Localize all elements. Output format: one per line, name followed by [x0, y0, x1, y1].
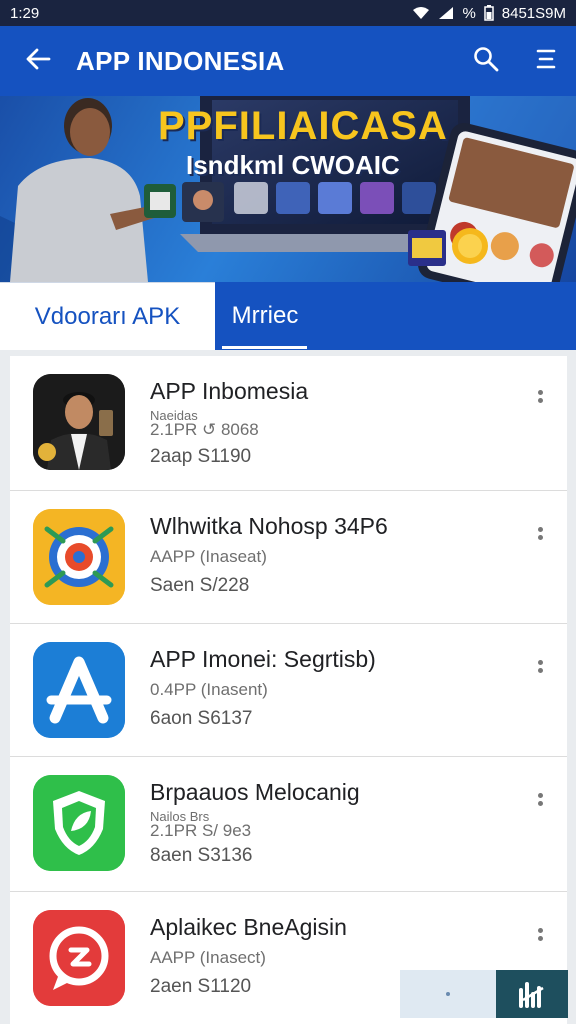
menu-icon — [536, 48, 556, 75]
banner-headline: PPFILIAICASA — [158, 104, 448, 148]
app-name: Wlhwitka Nohosp 34P6 — [150, 513, 388, 539]
app-version: AAPP (Inaseat) — [150, 547, 267, 566]
app-name: APP Inbomesia — [150, 378, 309, 404]
app-name: APP Imonei: Segrtisb) — [150, 646, 376, 672]
signal-icon — [438, 6, 454, 20]
target-icon — [33, 509, 125, 605]
app-bar: APP INDONESIA — [0, 26, 576, 96]
app-size: 8aen S3136 — [150, 845, 253, 866]
tab-download-apk[interactable]: Vdoorarı APK — [0, 282, 215, 350]
floating-control[interactable] — [400, 970, 568, 1018]
app-version: 2.1PR S/ 9e3 — [150, 821, 252, 840]
menu-button[interactable] — [516, 26, 576, 96]
more-options-button[interactable] — [530, 521, 550, 545]
app-size: 2aen S1120 — [150, 976, 252, 997]
banner-subheadline: Isndkml CWOAIC — [186, 150, 400, 180]
battery-level: % — [462, 4, 476, 22]
list-item[interactable]: Wlhwitka Nohosp 34P6 AAPP (Inaseat) Saen… — [10, 491, 567, 624]
letter-a-icon — [33, 642, 125, 738]
status-right-text: 8451S9M — [501, 4, 566, 22]
page-title: APP INDONESIA — [76, 45, 285, 76]
search-button[interactable] — [456, 26, 516, 96]
wifi-icon — [412, 6, 430, 20]
chart-icon[interactable] — [496, 970, 568, 1018]
list-item[interactable]: Brpaauos Melocanig Nailos Brs 2.1PR S/ 9… — [10, 757, 567, 892]
app-size: 6aon S6137 — [150, 708, 253, 729]
back-arrow-icon — [25, 48, 51, 75]
more-options-button[interactable] — [530, 922, 550, 946]
more-options-button[interactable] — [530, 384, 550, 408]
battery-icon — [484, 5, 494, 21]
app-version: AAPP (Inasect) — [150, 948, 266, 967]
app-list: APP Inbomesia Naeidas 2.1PR ↺ 8068 2aap … — [10, 356, 567, 1024]
app-version: 2.1PR ↺ 8068 — [150, 420, 259, 439]
back-button[interactable] — [0, 26, 76, 96]
list-item[interactable]: APP Inbomesia Naeidas 2.1PR ↺ 8068 2aap … — [10, 356, 567, 491]
status-time: 1:29 — [10, 4, 40, 22]
app-size: Saen S/228 — [150, 575, 250, 596]
status-icons: % 8451S9M — [412, 5, 566, 22]
chat-bubble-icon — [33, 910, 125, 1006]
app-name: Brpaauos Melocanig — [150, 779, 360, 805]
list-item[interactable]: APP Imonei: Segrtisb) 0.4PP (Inasent) 6a… — [10, 624, 567, 757]
promo-banner[interactable]: PPFILIAICASA Isndkml CWOAIC — [0, 96, 576, 282]
app-version: 0.4PP (Inasent) — [150, 680, 268, 699]
tab-bar: Vdoorarı APK Mrriec — [0, 282, 576, 350]
status-bar: 1:29 % 8451S9M — [0, 0, 576, 26]
app-size: 2aap S1190 — [150, 446, 252, 467]
more-options-button[interactable] — [530, 787, 550, 811]
more-options-button[interactable] — [530, 654, 550, 678]
search-icon — [473, 46, 499, 77]
tab-music[interactable]: Mrriec — [215, 282, 315, 350]
app-name: Aplaikec BneAgisin — [150, 914, 347, 940]
person-icon — [33, 374, 125, 470]
shield-leaf-icon — [33, 775, 125, 871]
tab-indicator — [222, 346, 307, 349]
dot-indicator — [400, 970, 496, 1018]
